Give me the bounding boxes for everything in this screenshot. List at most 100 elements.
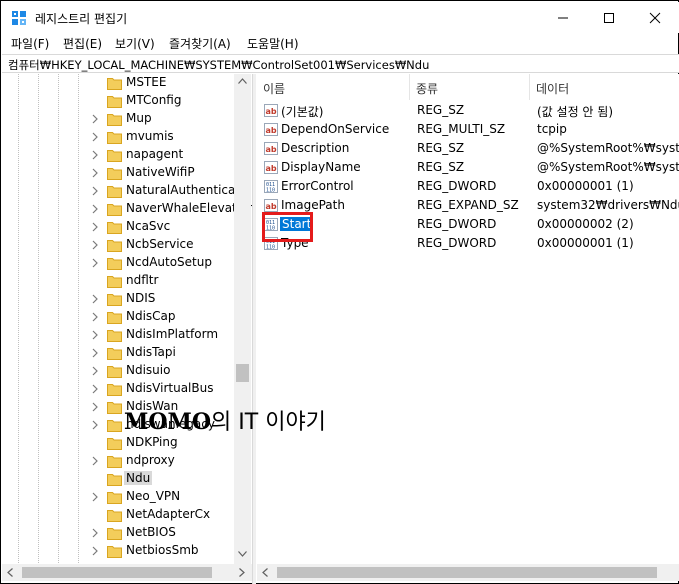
list-horizontal-scrollbar[interactable] (257, 564, 679, 581)
tree-item[interactable]: NdisCap (2, 308, 234, 326)
value-row[interactable]: 011 110 Type REG_DWORD 0x00000001 (1) (257, 234, 679, 253)
value-row[interactable]: ab DependOnService REG_MULTI_SZ tcpip (257, 120, 679, 139)
chevron-right-icon[interactable] (90, 185, 100, 197)
chevron-right-icon[interactable] (90, 221, 100, 233)
scroll-right-arrow-icon[interactable] (239, 568, 245, 577)
value-row[interactable]: 011 110 ErrorControl REG_DWORD 0x00000001 (1… (257, 177, 679, 196)
value-type: REG_DWORD (417, 179, 497, 193)
string-value-icon: ab (264, 142, 278, 155)
column-header-data[interactable]: 데이터 (530, 74, 679, 100)
chevron-right-icon[interactable] (90, 113, 100, 125)
svg-text:ab: ab (266, 164, 277, 173)
window-title: 레지스트리 편집기 (35, 12, 128, 26)
tree-item[interactable]: ndproxy (2, 452, 234, 470)
chevron-right-icon[interactable] (90, 293, 100, 305)
tree-item[interactable]: NdisImPlatform (2, 326, 234, 344)
value-data: 0x00000001 (1) (537, 236, 634, 250)
scroll-left-arrow-icon[interactable] (262, 568, 268, 577)
scroll-down-arrow-icon[interactable] (238, 551, 247, 557)
tree-item[interactable]: NativeWifiP (2, 164, 234, 182)
tree-item[interactable]: NDIS (2, 290, 234, 308)
tree-item[interactable]: Ndu (2, 470, 234, 488)
folder-icon (107, 384, 122, 396)
chevron-right-icon[interactable] (90, 239, 100, 251)
column-header-type[interactable]: 종류 (410, 74, 530, 100)
tree-item[interactable]: mvumis (2, 128, 234, 146)
value-row[interactable]: ab (기본값) REG_SZ (값 설정 안 됨) (257, 101, 679, 120)
tree-item[interactable]: NDKPing (2, 434, 234, 452)
tree-horizontal-scrollbar[interactable] (2, 564, 252, 581)
tree-scroll-thumb[interactable] (236, 364, 249, 382)
address-path[interactable]: 컴퓨터₩HKEY_LOCAL_MACHINE₩SYSTEM₩ControlSet… (8, 57, 429, 73)
folder-icon (107, 420, 122, 432)
chevron-right-icon[interactable] (90, 311, 100, 323)
chevron-right-icon[interactable] (90, 545, 100, 557)
svg-text:110: 110 (266, 188, 275, 194)
value-row[interactable]: 011 110 Start REG_DWORD 0x00000002 (2) (257, 215, 679, 234)
tree-item[interactable]: NcaSvc (2, 218, 234, 236)
menu-edit[interactable]: 편집(E) (63, 35, 102, 52)
tree-item[interactable]: NdisVirtualBus (2, 380, 234, 398)
tree-item-label: mvumis (126, 129, 174, 143)
tree-vertical-scrollbar[interactable] (234, 74, 251, 564)
chevron-right-icon[interactable] (90, 419, 100, 431)
tree-item[interactable]: NcdAutoSetup (2, 254, 234, 272)
chevron-right-icon[interactable] (90, 167, 100, 179)
menu-view[interactable]: 보기(V) (115, 35, 155, 52)
chevron-right-icon[interactable] (90, 131, 100, 143)
chevron-right-icon[interactable] (90, 257, 100, 269)
maximize-button[interactable] (586, 2, 632, 33)
column-header-name[interactable]: 이름 (257, 74, 410, 100)
tree-item[interactable]: ndfltr (2, 272, 234, 290)
scroll-up-arrow-icon[interactable] (238, 78, 247, 84)
tree-item[interactable]: NcbService (2, 236, 234, 254)
chevron-right-icon[interactable] (90, 329, 100, 341)
key-tree-pane[interactable]: MSTEE MTConfig Mup mvumis napagent NativeWifi… (2, 74, 252, 564)
value-name: DependOnService (281, 122, 390, 136)
tree-item[interactable]: NdisTapi (2, 344, 234, 362)
menu-favorites[interactable]: 즐겨찾기(A) (169, 35, 231, 52)
value-type: REG_SZ (417, 141, 465, 155)
watermark-text: MOMO의 IT 이야기 (124, 404, 326, 436)
menu-file[interactable]: 파일(F) (11, 35, 49, 52)
chevron-right-icon[interactable] (90, 365, 100, 377)
tree-item[interactable]: MSTEE (2, 74, 234, 92)
chevron-right-icon[interactable] (90, 149, 100, 161)
tree-item[interactable]: Neo_VPN (2, 488, 234, 506)
scroll-left-arrow-icon[interactable] (7, 568, 13, 577)
value-row[interactable]: ab Description REG_SZ @%SystemRoot%₩system (257, 139, 679, 158)
chevron-right-icon[interactable] (90, 203, 100, 215)
tree-item[interactable]: NetAdapterCx (2, 506, 234, 524)
folder-icon (107, 492, 122, 504)
folder-icon (107, 294, 122, 306)
menu-help[interactable]: 도움말(H) (247, 35, 299, 52)
chevron-right-icon[interactable] (90, 527, 100, 539)
tree-item[interactable]: NaverWhaleElevation (2, 200, 252, 218)
minimize-button[interactable] (540, 2, 586, 33)
tree-item-label: ndfltr (126, 273, 159, 287)
list-hscroll-thumb[interactable] (277, 567, 657, 578)
chevron-right-icon[interactable] (90, 401, 100, 413)
value-row[interactable]: ab DisplayName REG_SZ @%SystemRoot%₩system (257, 158, 679, 177)
pane-splitter[interactable] (252, 74, 256, 584)
chevron-right-icon[interactable] (90, 455, 100, 467)
chevron-right-icon[interactable] (90, 347, 100, 359)
chevron-right-icon[interactable] (90, 383, 100, 395)
tree-item[interactable]: NetbiosSmb (2, 542, 234, 560)
tree-item[interactable]: napagent (2, 146, 234, 164)
tree-item[interactable]: Ndisuio (2, 362, 234, 380)
values-list-pane[interactable]: 이름 종류 데이터 ab (기본값) REG_SZ (값 설정 안 됨) ab Depen… (257, 74, 679, 564)
title-bar[interactable]: 레지스트리 편집기 (2, 2, 679, 33)
address-bar[interactable]: 컴퓨터₩HKEY_LOCAL_MACHINE₩SYSTEM₩ControlSet… (2, 54, 679, 73)
tree-item[interactable]: NaturalAuthenticatic (2, 182, 250, 200)
folder-icon (107, 168, 122, 180)
tree-item[interactable]: NetBIOS (2, 524, 234, 542)
close-button[interactable] (632, 2, 678, 33)
folder-icon (107, 528, 122, 540)
tree-item[interactable]: Mup (2, 110, 234, 128)
folder-icon (107, 114, 122, 126)
chevron-right-icon[interactable] (90, 491, 100, 503)
tree-item[interactable]: MTConfig (2, 92, 234, 110)
value-row[interactable]: ab ImagePath REG_EXPAND_SZ system32₩drivers… (257, 196, 679, 215)
tree-hscroll-thumb[interactable] (22, 567, 212, 578)
